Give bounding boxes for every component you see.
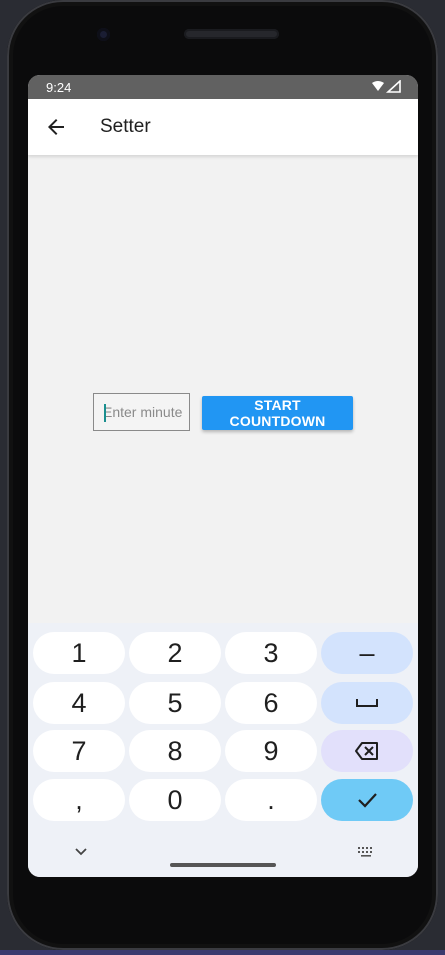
screen: 9:24 Setter START COUNTDOWN 1 2 3 – 4 5 … <box>28 75 418 877</box>
key-3[interactable]: 3 <box>225 632 317 674</box>
key-2[interactable]: 2 <box>129 632 221 674</box>
key-1[interactable]: 1 <box>33 632 125 674</box>
status-icons <box>372 80 401 93</box>
chevron-down-icon[interactable] <box>74 847 88 857</box>
key-comma[interactable]: , <box>33 779 125 821</box>
status-bar: 9:24 <box>28 75 418 99</box>
status-time: 9:24 <box>46 80 72 95</box>
bottom-strip <box>0 950 445 955</box>
wifi-icon <box>372 81 384 91</box>
minutes-input[interactable] <box>94 394 189 430</box>
key-7[interactable]: 7 <box>33 730 125 772</box>
earpiece-speaker <box>184 29 279 39</box>
key-minus[interactable]: – <box>321 632 413 674</box>
key-6[interactable]: 6 <box>225 682 317 724</box>
front-camera <box>97 28 110 41</box>
page-title: Setter <box>100 116 151 137</box>
space-icon <box>356 699 378 707</box>
gesture-handle[interactable] <box>170 863 276 867</box>
check-icon <box>358 793 377 808</box>
key-done[interactable] <box>321 779 413 821</box>
key-9[interactable]: 9 <box>225 730 317 772</box>
signal-icon <box>385 80 401 93</box>
arrow-back-icon[interactable] <box>44 115 68 139</box>
numeric-keyboard: 1 2 3 – 4 5 6 7 8 9 , 0 . <box>28 623 418 877</box>
key-backspace[interactable] <box>321 730 413 772</box>
key-5[interactable]: 5 <box>129 682 221 724</box>
keyboard-icon[interactable] <box>357 846 375 858</box>
key-0[interactable]: 0 <box>129 779 221 821</box>
start-countdown-button[interactable]: START COUNTDOWN <box>202 396 353 430</box>
key-8[interactable]: 8 <box>129 730 221 772</box>
key-period[interactable]: . <box>225 779 317 821</box>
text-cursor <box>104 404 106 422</box>
phone-frame: 9:24 Setter START COUNTDOWN 1 2 3 – 4 5 … <box>7 0 438 950</box>
key-4[interactable]: 4 <box>33 682 125 724</box>
minutes-field[interactable] <box>93 393 190 431</box>
app-bar: Setter <box>28 99 418 155</box>
key-space[interactable] <box>321 682 413 724</box>
backspace-icon <box>355 742 378 760</box>
